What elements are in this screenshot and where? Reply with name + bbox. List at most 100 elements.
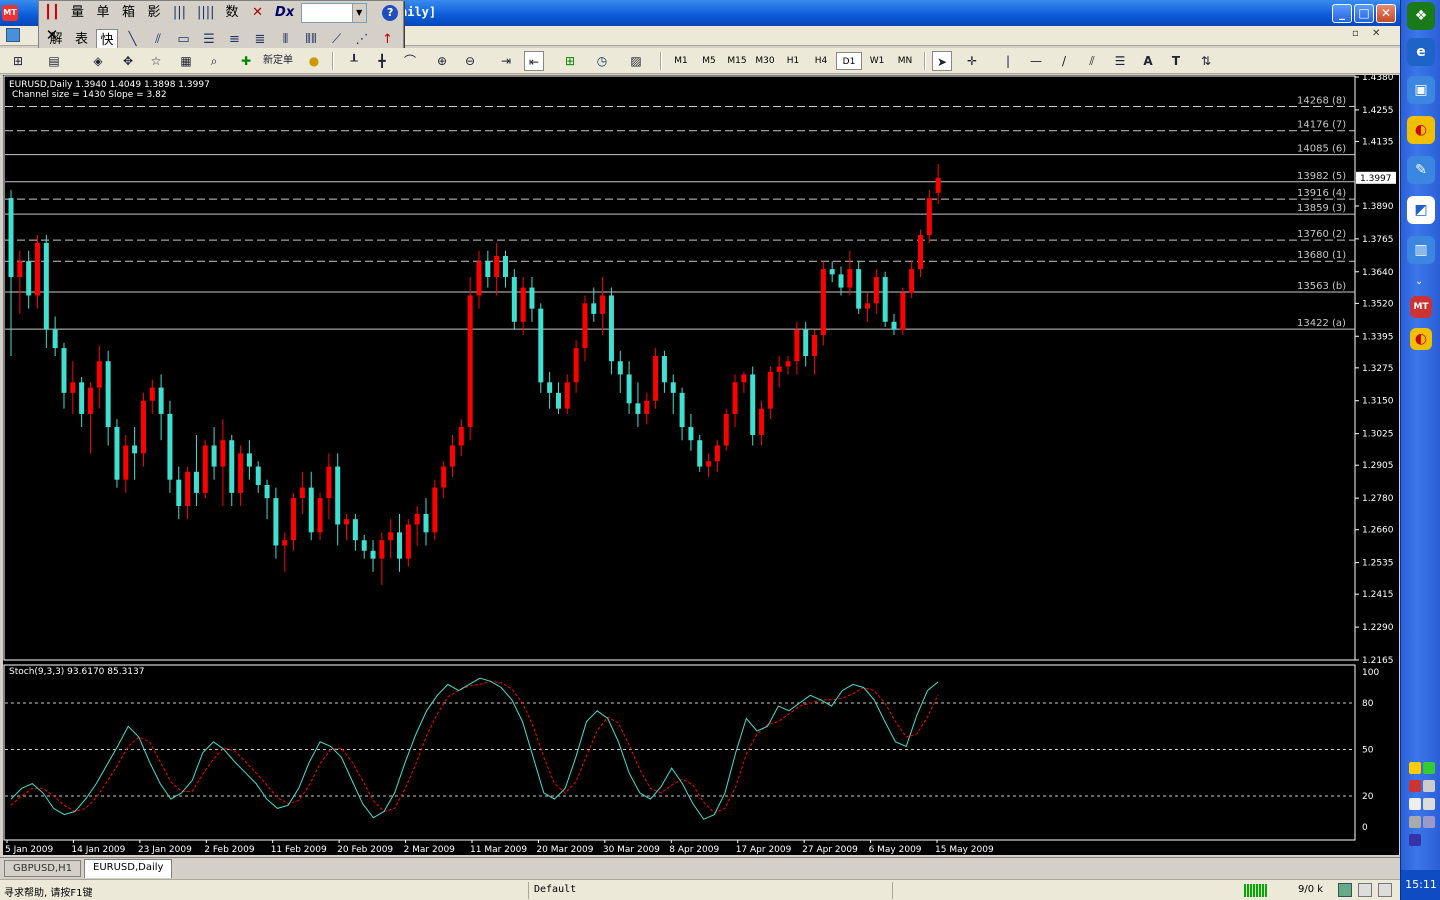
timeframe-m15[interactable]: M15 [724, 52, 750, 70]
status-icon-1[interactable] [1338, 883, 1352, 897]
tray-red-icon[interactable] [1409, 780, 1421, 792]
maximize-button[interactable]: □ [1354, 4, 1374, 23]
dx-icon[interactable]: Dx [272, 2, 297, 24]
network-icon[interactable] [1423, 762, 1435, 774]
tab-eurusd-daily[interactable]: EURUSD,Daily [84, 859, 173, 878]
fibonacci-icon[interactable]: ☰ [1110, 51, 1130, 71]
new-order-icon[interactable]: ✚ [236, 51, 256, 71]
tester-icon[interactable]: ▦ [176, 51, 196, 71]
indicator-select[interactable]: ▼ [300, 3, 367, 23]
candle-body [882, 277, 888, 322]
trendline-tool[interactable]: / [1054, 51, 1074, 71]
horizontal-line-tool[interactable]: — [1026, 51, 1046, 71]
label-tool[interactable]: T [1166, 51, 1186, 71]
close-chart-icon[interactable]: ✕ [1372, 28, 1380, 39]
help-icon[interactable]: ? [382, 5, 399, 21]
pencils-icon[interactable]: ✎ [1407, 156, 1435, 184]
float-btn-1[interactable]: 量 [67, 2, 89, 24]
periods-icon[interactable]: ◷ [592, 51, 612, 71]
candle-body [61, 348, 67, 393]
shield-icon[interactable] [1409, 762, 1421, 774]
candle-body [432, 487, 438, 533]
ie-icon[interactable]: e [1407, 38, 1435, 66]
candle-body [564, 382, 570, 409]
candlestick-icon[interactable]: ╋ [372, 51, 392, 71]
float-btn-3[interactable]: 箱 [118, 2, 140, 24]
tray-blue-icon[interactable] [1423, 816, 1435, 828]
expert-advisors-icon[interactable]: ● [304, 51, 324, 71]
cursor-icon[interactable]: ➤ [932, 51, 952, 71]
app-icon-2[interactable]: ◩ [1407, 196, 1435, 224]
timeframe-h1[interactable]: H1 [780, 52, 806, 70]
crosshair-icon[interactable]: ✛ [962, 51, 982, 71]
chart-window[interactable]: 14268 (8) 14176 (7) 14085 (6) 13982 (5) 1391… [3, 75, 1399, 855]
timeframe-d1[interactable]: D1 [836, 52, 862, 70]
volume-icon[interactable] [1423, 780, 1435, 792]
status-icon-2[interactable] [1358, 883, 1372, 897]
bars2-icon[interactable]: |||| [194, 2, 218, 24]
tray-ime-icon[interactable] [1409, 834, 1421, 846]
history-icon[interactable]: ⌕ [204, 51, 224, 71]
tray-gray-icon[interactable] [1409, 816, 1421, 828]
restore-chart-icon[interactable]: ▫ [1352, 28, 1359, 39]
candle-icon[interactable]: ┃┃ [41, 2, 63, 24]
mt4-task-icon[interactable]: MT [1410, 296, 1432, 318]
download-icon[interactable] [1423, 798, 1435, 810]
chart-window-icon[interactable] [6, 28, 20, 42]
arrows-icon[interactable]: ⇅ [1196, 51, 1216, 71]
float-btn-4[interactable]: 影 [143, 2, 165, 24]
timeframe-mn[interactable]: MN [892, 52, 918, 70]
timeframe-m30[interactable]: M30 [752, 52, 778, 70]
bar-chart-icon[interactable]: ┸ [344, 51, 364, 71]
bars-icon[interactable]: ||| [169, 2, 191, 24]
chevron-down-icon[interactable]: ▼ [351, 4, 366, 22]
tray-white-icon[interactable] [1409, 798, 1421, 810]
float-btn-5[interactable]: 数 [221, 2, 243, 24]
tab-gbpusd-h1[interactable]: GBPUSD,H1 [4, 860, 82, 877]
timeframe-h4[interactable]: H4 [808, 52, 834, 70]
line-chart-icon[interactable]: ⌒ [400, 51, 420, 71]
float-btn-2[interactable]: 单 [92, 2, 114, 24]
templates-icon[interactable]: ▨ [626, 51, 646, 71]
navigator-icon[interactable]: ✥ [118, 51, 138, 71]
status-icon-3[interactable] [1378, 883, 1392, 897]
tray-icons [1407, 762, 1435, 862]
indicators-icon[interactable]: ⊞ [560, 51, 580, 71]
price-tick-label: 1.2290 [1362, 623, 1394, 633]
close-button[interactable]: ✕ [1376, 4, 1396, 23]
minimize-button[interactable]: _ [1332, 4, 1352, 23]
candle-body [865, 303, 871, 309]
chevron-down-icon[interactable]: ⌄ [1415, 276, 1423, 287]
autoscroll-icon[interactable]: ⇥ [496, 51, 516, 71]
text-tool[interactable]: A [1138, 51, 1158, 71]
app-task-icon[interactable]: ◐ [1410, 328, 1432, 350]
new-chart-icon[interactable]: ⊞ [8, 51, 28, 71]
zoom-out-icon[interactable]: ⊖ [460, 51, 480, 71]
app-icon-3[interactable]: ▥ [1407, 236, 1435, 264]
channel-level-label: 13916 (4) [1297, 188, 1346, 199]
timeframe-w1[interactable]: W1 [864, 52, 890, 70]
market-watch-icon[interactable]: ◈ [88, 51, 108, 71]
channel-icon[interactable]: ⫽ [1082, 51, 1102, 71]
candle-body [520, 287, 526, 322]
candle-body [193, 471, 199, 493]
vertical-line-tool[interactable]: | [998, 51, 1018, 71]
chart-shift-icon[interactable]: ⇤ [524, 51, 544, 71]
new-order-button[interactable]: 新定单 [256, 51, 300, 71]
profiles-icon[interactable]: ▤ [44, 51, 64, 71]
windows-flag-icon[interactable]: ❖ [1407, 2, 1435, 30]
zoom-in-icon[interactable]: ⊕ [432, 51, 452, 71]
floating-toolbar-row1: ┃┃ 量 单 箱 影 ||| |||| 数 ✕ Dx ▼ ? ✕ [41, 2, 403, 44]
candle-body [776, 366, 782, 372]
explorer-icon[interactable]: ▣ [1407, 76, 1435, 104]
terminal-icon[interactable]: ☆ [146, 51, 166, 71]
price-chart[interactable]: 14268 (8) 14176 (7) 14085 (6) 13982 (5) 1391… [3, 75, 1399, 855]
cross-icon[interactable]: ✕ [247, 2, 269, 24]
profile-name[interactable]: Default [534, 884, 576, 895]
candles [8, 164, 941, 585]
status-separator [892, 882, 893, 899]
timeframe-m1[interactable]: M1 [668, 52, 694, 70]
timeframe-m5[interactable]: M5 [696, 52, 722, 70]
price-tick-label: 1.2660 [1362, 526, 1394, 536]
app-icon-1[interactable]: ◐ [1407, 116, 1435, 144]
